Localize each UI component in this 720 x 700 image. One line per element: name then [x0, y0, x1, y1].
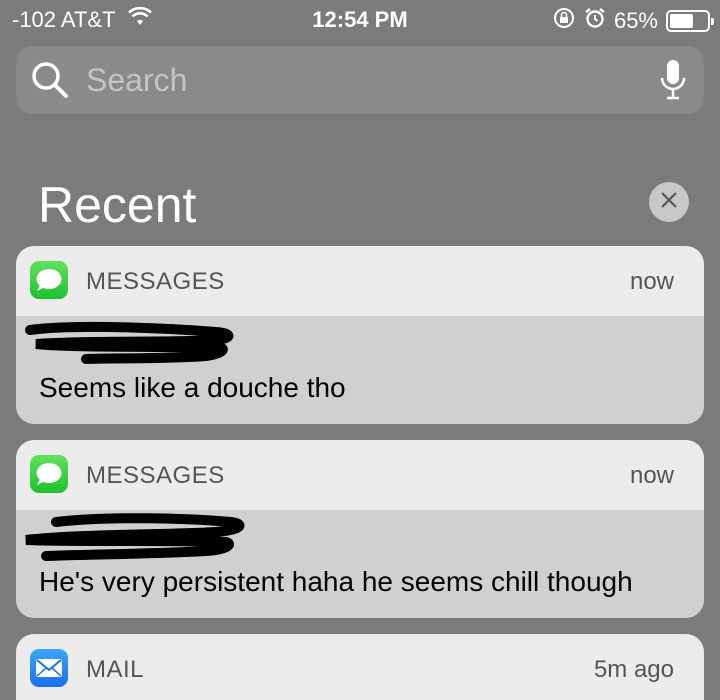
card-header: MESSAGES now	[16, 246, 704, 316]
card-body: Seems like a douche tho	[16, 316, 704, 424]
search-bar[interactable]: Search	[16, 46, 704, 114]
microphone-icon[interactable]	[658, 58, 688, 102]
notification-card[interactable]: MESSAGES now He's very persistent haha h…	[16, 440, 704, 618]
orientation-lock-icon	[552, 6, 576, 36]
redaction-scribble	[25, 513, 245, 561]
messages-app-icon	[30, 261, 68, 299]
card-header: MAIL 5m ago	[16, 634, 704, 700]
status-bar: -102 AT&T 12:54 PM 65%	[0, 0, 720, 40]
alarm-icon	[584, 7, 606, 35]
mail-app-icon	[30, 649, 68, 687]
search-icon	[30, 60, 70, 100]
notification-message: Seems like a douche tho	[39, 372, 346, 403]
battery-percent: 65%	[613, 8, 658, 33]
notification-time: now	[629, 268, 674, 295]
status-right: 65%	[552, 6, 714, 36]
close-icon	[660, 191, 678, 214]
card-header: MESSAGES now	[16, 440, 704, 510]
redaction-scribble	[25, 321, 234, 364]
battery-icon	[666, 10, 714, 32]
clear-button[interactable]	[649, 182, 689, 222]
app-name: MESSAGES	[86, 462, 225, 489]
battery-fill	[670, 14, 694, 28]
app-name: MAIL	[86, 656, 145, 683]
recent-title: Recent	[38, 177, 197, 233]
search-placeholder: Search	[86, 61, 188, 98]
card-body: He's very persistent haha he seems chill…	[16, 510, 704, 618]
notification-time: now	[629, 462, 674, 489]
messages-app-icon	[30, 455, 68, 493]
notification-card[interactable]: MAIL 5m ago	[16, 634, 704, 700]
notification-card[interactable]: MESSAGES now Seems like a douche tho	[16, 246, 704, 424]
notification-time: 5m ago	[593, 656, 674, 683]
notification-message: He's very persistent haha he seems chill…	[39, 566, 633, 597]
app-name: MESSAGES	[86, 268, 225, 295]
